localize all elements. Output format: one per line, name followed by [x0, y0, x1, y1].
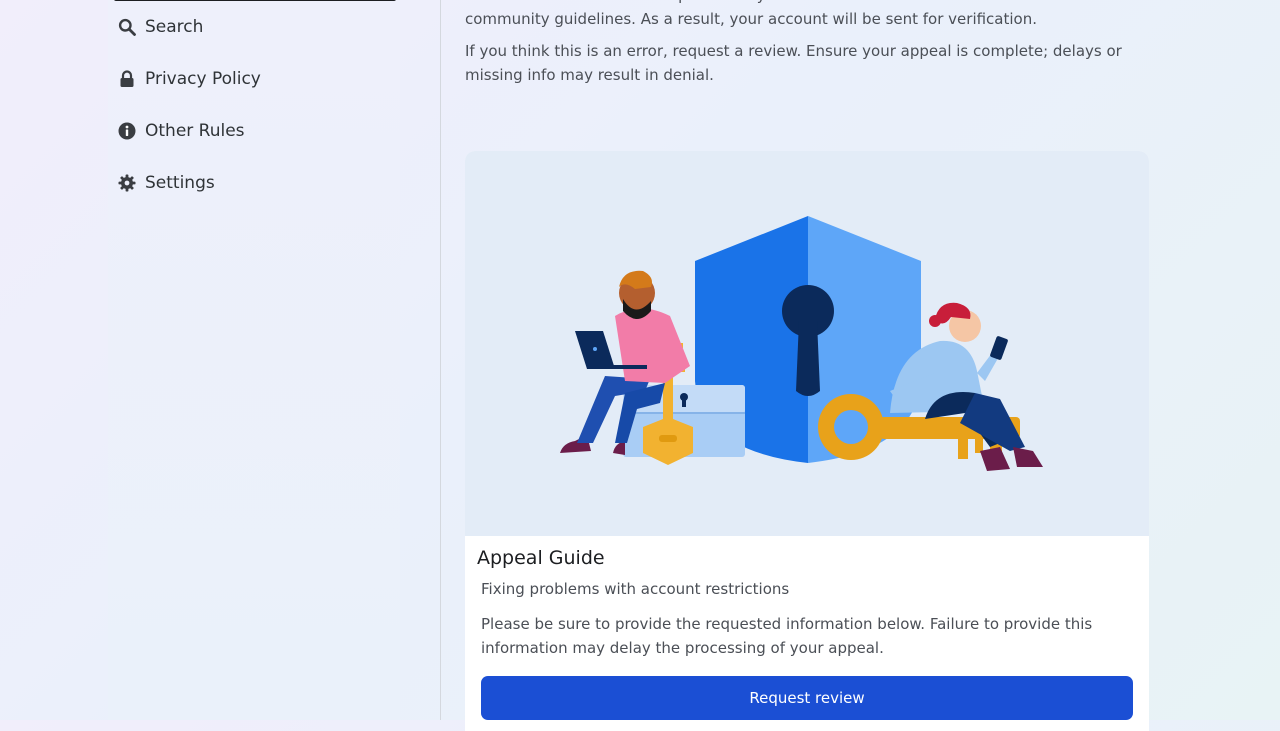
lock-icon: [118, 70, 136, 88]
card-title: Appeal Guide: [477, 547, 605, 569]
card-body: Please be sure to provide the requested …: [481, 615, 1093, 657]
review-text: If you think this is an error, request a…: [465, 42, 1122, 84]
sidebar-item-label: Other Rules: [145, 121, 245, 141]
sidebar-item-label: Privacy Policy: [145, 69, 261, 89]
intro-text: We have received several reports that yo…: [465, 0, 1107, 28]
sidebar-item-privacy-policy[interactable]: Privacy Policy: [118, 65, 261, 93]
sidebar-item-label: Search: [145, 17, 204, 37]
gear-icon: [118, 174, 136, 192]
appeal-guide-card: Appeal Guide Fixing problems with accoun…: [465, 151, 1149, 731]
content-divider: [440, 0, 441, 720]
search-icon: [118, 18, 136, 36]
request-review-button[interactable]: Request review: [481, 676, 1133, 720]
sidebar-item-other-rules[interactable]: Other Rules: [118, 117, 245, 145]
sidebar-item-label: Settings: [145, 173, 215, 193]
sidebar-item-search[interactable]: Search: [118, 13, 203, 41]
card-subtitle: Fixing problems with account restriction…: [481, 580, 790, 598]
info-icon: [118, 122, 136, 140]
sidebar-scroll-indicator: [114, 0, 396, 1]
sidebar-item-settings[interactable]: Settings: [118, 169, 215, 197]
sidebar: Search Privacy Policy Other Rules Settin…: [108, 0, 400, 720]
security-illustration: [465, 151, 1149, 536]
